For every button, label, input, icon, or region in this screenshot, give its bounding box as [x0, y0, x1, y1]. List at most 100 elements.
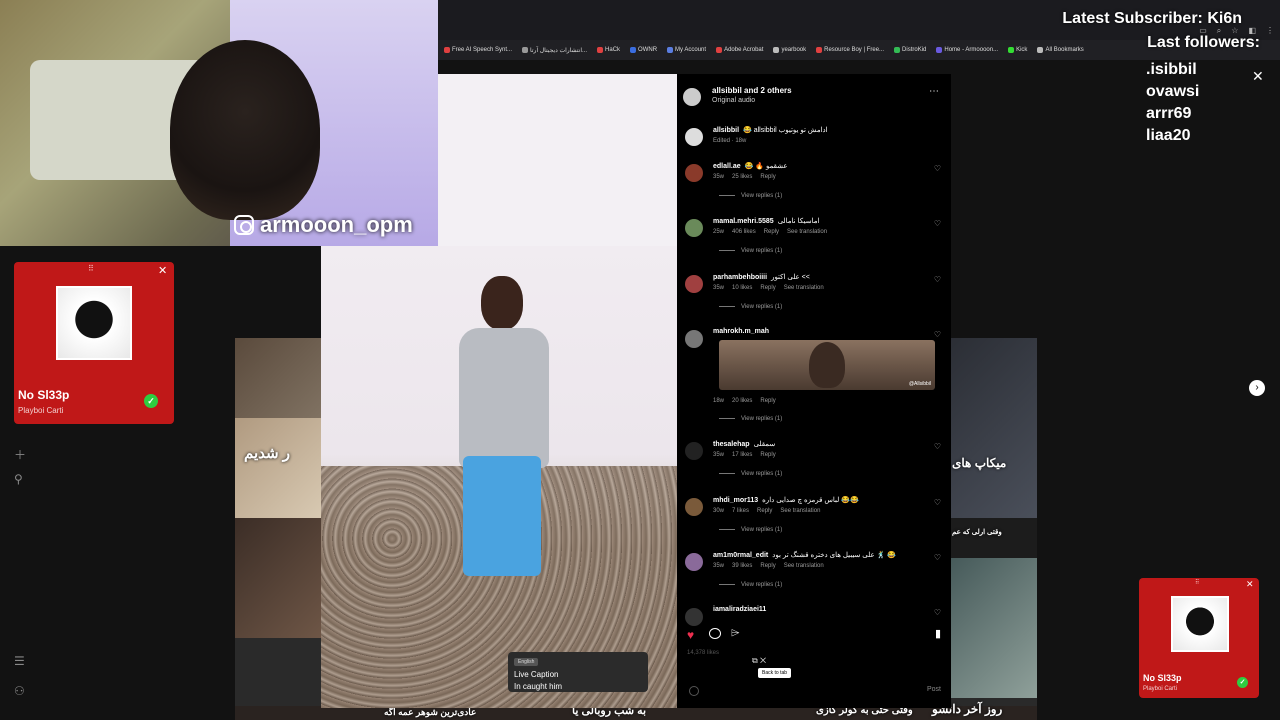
avatar[interactable]	[685, 330, 703, 348]
avatar[interactable]	[685, 164, 703, 182]
back-to-tab-icon[interactable]: ⧉	[752, 656, 758, 665]
avatar[interactable]	[685, 553, 703, 571]
comment-likes[interactable]: 7 likes	[732, 508, 749, 514]
see-translation-link[interactable]: See translation	[787, 229, 827, 235]
reply-link[interactable]: Reply	[764, 229, 779, 235]
comment-user[interactable]: edlall.ae	[713, 163, 741, 170]
comment-user[interactable]: allsibbil	[713, 127, 739, 134]
avatar[interactable]	[683, 88, 701, 106]
comment-user[interactable]: am1m0rmal_edit	[713, 552, 768, 559]
comment-likes[interactable]: 17 likes	[732, 452, 752, 458]
comment-user[interactable]: mamal.mehri.5585	[713, 218, 774, 225]
favicon-icon	[1008, 47, 1015, 53]
like-heart-icon[interactable]: ♥	[687, 628, 694, 642]
bookmark-item[interactable]: All Bookmarks	[1037, 47, 1084, 53]
avatar[interactable]	[685, 275, 703, 293]
view-replies-link[interactable]: View replies (1)	[719, 527, 782, 533]
bookmark-item[interactable]: DistroKid	[894, 47, 926, 53]
post-author[interactable]: allsibbil and 2 others	[712, 86, 792, 95]
favicon-icon	[773, 47, 780, 53]
see-translation-link[interactable]: See translation	[784, 563, 824, 569]
bookmark-item[interactable]: yearbook	[773, 47, 806, 53]
comment-age: 35w	[713, 174, 725, 180]
post-button[interactable]: Post	[927, 686, 941, 693]
reply-link[interactable]: Reply	[757, 508, 772, 514]
comment-user[interactable]: mhdi_mor113	[713, 497, 758, 504]
like-heart-icon[interactable]: ♡	[934, 498, 941, 507]
more-options-icon[interactable]: ⋯	[929, 86, 939, 97]
comment-likes[interactable]: 25 likes	[732, 174, 752, 180]
comment-age: 25w	[713, 229, 725, 235]
bookmark-item[interactable]: My Account	[667, 47, 706, 53]
bookmark-item[interactable]: HaCk	[597, 47, 620, 53]
view-replies-link[interactable]: View replies (1)	[719, 416, 782, 422]
view-replies-link[interactable]: View replies (1)	[719, 471, 782, 477]
like-heart-icon[interactable]: ♡	[934, 442, 941, 451]
reel-video[interactable]	[321, 246, 677, 708]
view-replies-link[interactable]: View replies (1)	[719, 193, 782, 199]
share-icon[interactable]: ⌲	[731, 627, 740, 640]
tool-icon[interactable]: ⚲	[14, 472, 23, 486]
comment-likes[interactable]: 39 likes	[732, 563, 752, 569]
like-heart-icon[interactable]: ♡	[934, 330, 941, 339]
thumb-caption: عادی‌ترین شوهر عمه اگه	[384, 707, 477, 717]
close-icon[interactable]: ✕	[1252, 68, 1264, 85]
bookmark-item[interactable]: OWNR	[630, 47, 657, 53]
next-arrow-icon[interactable]: ›	[1249, 380, 1265, 396]
track-title: No Sl33p	[18, 388, 70, 402]
like-heart-icon[interactable]: ♡	[934, 553, 941, 562]
view-replies-link[interactable]: View replies (1)	[719, 248, 782, 254]
bookmark-item[interactable]: Adobe Acrobat	[716, 47, 763, 53]
see-translation-link[interactable]: See translation	[780, 508, 820, 514]
comment-likes[interactable]: 20 likes	[732, 398, 752, 404]
reply-link[interactable]: Reply	[760, 174, 775, 180]
save-bookmark-icon[interactable]: ▮	[935, 627, 941, 640]
comment-user[interactable]: iamaliradziaei11	[713, 606, 766, 613]
comment-user[interactable]: parhambehboiiii	[713, 274, 767, 281]
emoji-icon[interactable]	[689, 686, 699, 696]
bookmark-item[interactable]: Free AI Speech Synt...	[444, 47, 512, 53]
bookmark-item[interactable]: Resource Boy | Free...	[816, 47, 884, 53]
feed-thumbnails-left[interactable]	[235, 338, 321, 720]
reply-link[interactable]: Reply	[760, 563, 775, 569]
see-translation-link[interactable]: See translation	[784, 285, 824, 291]
bookmark-item[interactable]: Kick	[1008, 47, 1027, 53]
close-icon[interactable]: ✕	[1246, 579, 1254, 590]
network-icon[interactable]: ⚇	[14, 684, 25, 698]
like-heart-icon[interactable]: ♡	[934, 219, 941, 228]
like-heart-icon[interactable]: ♡	[934, 164, 941, 173]
comment-likes[interactable]: 406 likes	[732, 229, 756, 235]
reply-link[interactable]: Reply	[760, 398, 775, 404]
comment-image[interactable]: @Allsibbil	[719, 340, 935, 390]
now-playing-widget[interactable]: ⠿ ✕ No Sl33p Playboi Carti ✓	[14, 262, 174, 424]
bookmark-item[interactable]: Home - Armoooon...	[936, 47, 998, 53]
live-caption-box[interactable]: English Live Caption In caught him	[508, 652, 648, 692]
reply-link[interactable]: Reply	[760, 452, 775, 458]
add-icon[interactable]: ＋	[14, 446, 26, 463]
list-icon[interactable]: ☰	[14, 654, 25, 668]
avatar[interactable]	[685, 608, 703, 626]
avatar[interactable]	[685, 442, 703, 460]
comment-user[interactable]: mahrokh.m_mah	[713, 328, 769, 335]
caption-language[interactable]: English	[514, 658, 539, 666]
comment-user[interactable]: thesalehap	[713, 441, 750, 448]
avatar[interactable]	[685, 128, 703, 146]
view-replies-link[interactable]: View replies (1)	[719, 304, 782, 310]
like-heart-icon[interactable]: ♡	[934, 275, 941, 284]
avatar[interactable]	[685, 498, 703, 516]
now-playing-widget[interactable]: ⠿ ✕ No Sl33p Playboi Carti ✓	[1139, 578, 1259, 698]
comment-bubble-icon[interactable]	[709, 628, 721, 639]
post-audio[interactable]: Original audio	[712, 97, 755, 104]
menu-icon[interactable]: ⋮	[1266, 26, 1274, 36]
close-icon[interactable]: ✕	[760, 656, 766, 665]
avatar[interactable]	[685, 219, 703, 237]
comment-likes[interactable]: 10 likes	[732, 285, 752, 291]
reply-link[interactable]: Reply	[760, 285, 775, 291]
drag-handle-icon[interactable]: ⠿	[1195, 579, 1199, 586]
caption-controls: ⧉ ✕	[752, 656, 766, 666]
close-icon[interactable]: ✕	[158, 264, 167, 277]
drag-handle-icon[interactable]: ⠿	[88, 264, 94, 273]
bookmark-item[interactable]: انتشارات دیجیتال آرتا...	[522, 47, 587, 54]
view-replies-link[interactable]: View replies (1)	[719, 582, 782, 588]
like-heart-icon[interactable]: ♡	[934, 608, 941, 617]
